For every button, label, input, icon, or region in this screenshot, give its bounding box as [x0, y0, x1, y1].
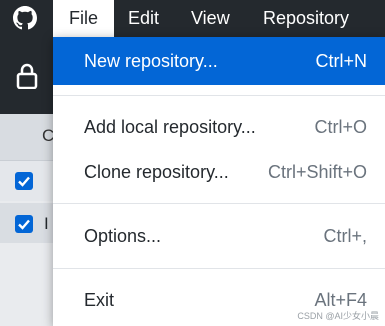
- menu-view[interactable]: View: [191, 0, 230, 37]
- menu-item-add-local-repository[interactable]: Add local repository... Ctrl+O: [53, 103, 385, 151]
- menu-item-label: Add local repository...: [84, 117, 256, 137]
- menu-edit[interactable]: Edit: [128, 0, 159, 37]
- menu-file[interactable]: File: [53, 0, 114, 37]
- menu-item-shortcut: Ctrl+,: [323, 226, 367, 246]
- menu-item-clone-repository[interactable]: Clone repository... Ctrl+Shift+O: [53, 148, 385, 196]
- menu-separator: [53, 203, 385, 204]
- row-label: I: [44, 214, 49, 233]
- menu-item-new-repository[interactable]: New repository... Ctrl+N: [53, 37, 385, 85]
- menu-separator: [53, 95, 385, 96]
- menu-item-label: Clone repository...: [84, 162, 229, 182]
- menu-item-shortcut: Ctrl+N: [315, 51, 367, 71]
- menu-separator: [53, 268, 385, 269]
- menu-item-shortcut: Ctrl+O: [314, 117, 367, 137]
- lock-icon[interactable]: [16, 63, 38, 89]
- menu-item-label: New repository...: [84, 51, 218, 71]
- menu-item-shortcut: Ctrl+Shift+O: [267, 162, 367, 182]
- github-icon[interactable]: [13, 6, 37, 30]
- file-menu-dropdown: New repository... Ctrl+N Add local repos…: [53, 37, 385, 326]
- menu-item-options[interactable]: Options... Ctrl+,: [53, 212, 385, 260]
- menu-repository[interactable]: Repository: [263, 0, 349, 37]
- watermark: CSDN @AI少女小晨: [297, 311, 379, 321]
- menu-item-label: Exit: [84, 290, 115, 310]
- checkbox[interactable]: [15, 172, 33, 190]
- checkbox[interactable]: [15, 215, 33, 233]
- menu-item-label: Options...: [84, 226, 162, 246]
- menu-bar: File Edit View Repository: [0, 0, 385, 37]
